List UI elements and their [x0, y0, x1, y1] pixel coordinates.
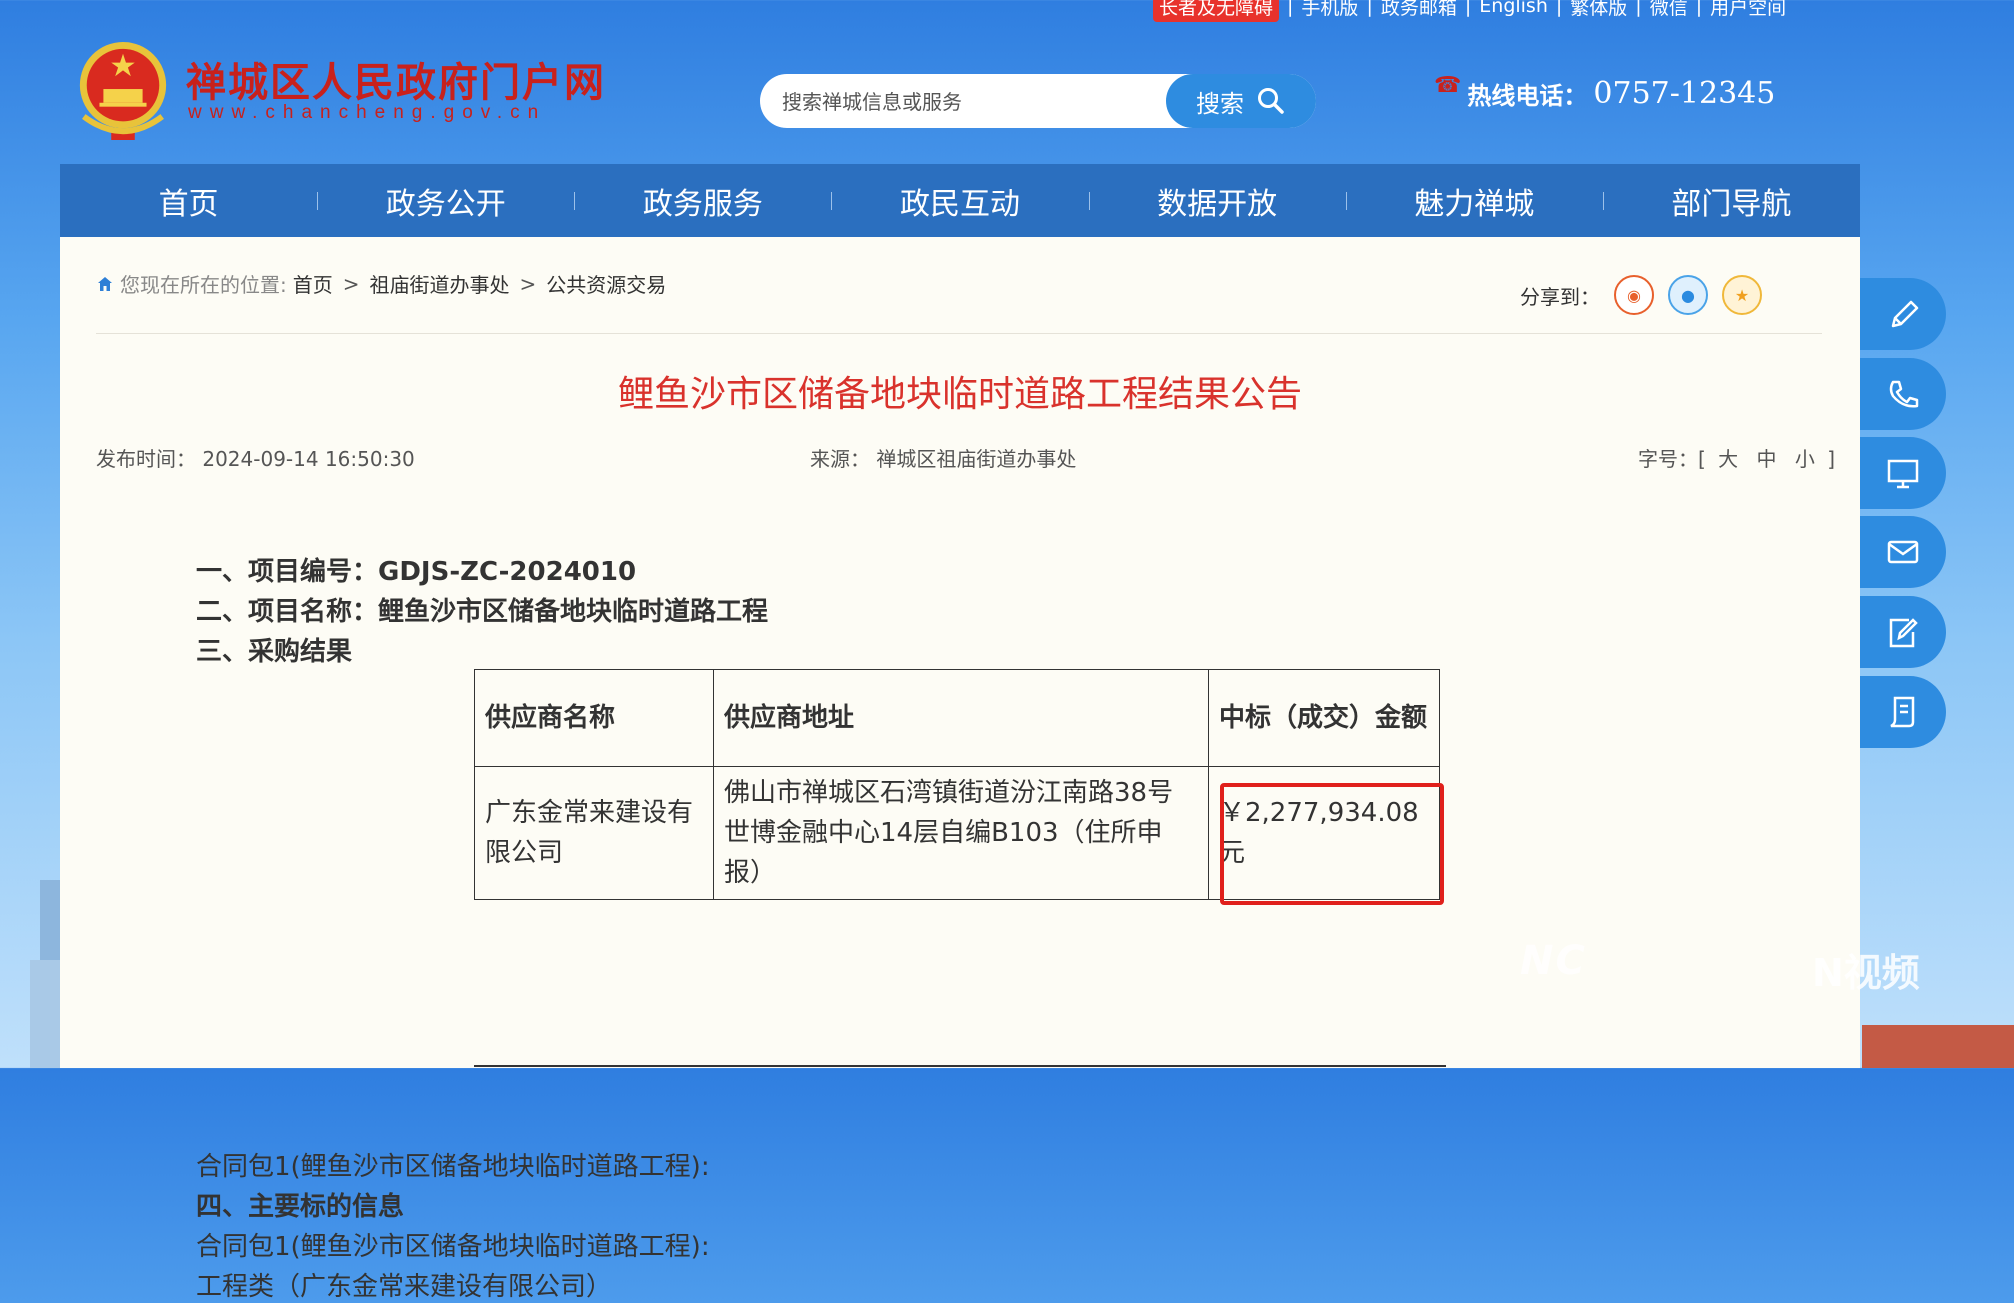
- nav-home[interactable]: 首页: [60, 164, 317, 237]
- header-award-amount: 中标（成交）金额: [1208, 669, 1440, 767]
- publish-label: 发布时间：: [96, 447, 196, 471]
- edit-icon: [1889, 618, 1918, 648]
- header-supplier-name: 供应商名称: [474, 669, 714, 767]
- mail-icon: [1887, 540, 1919, 564]
- side-button-document[interactable]: [1860, 676, 1946, 748]
- qq-icon[interactable]: ●: [1668, 275, 1708, 315]
- search-bar: 搜索: [760, 74, 1316, 130]
- header-supplier-address: 供应商地址: [713, 669, 1209, 767]
- mobile-version-link[interactable]: 手机版: [1301, 0, 1358, 20]
- font-size-selector: 字号：[ 大 中 小 ]: [1638, 443, 1835, 472]
- share-label: 分享到：: [1520, 284, 1600, 309]
- side-button-monitor[interactable]: [1860, 437, 1946, 509]
- telephone-icon: ☎: [1434, 73, 1462, 98]
- publish-value: 2024-09-14 16:50:30: [202, 447, 415, 471]
- separator: |: [1464, 0, 1472, 17]
- procurement-result-heading: 三、采购结果: [196, 637, 353, 667]
- traditional-chinese-link[interactable]: 繁体版: [1570, 0, 1627, 20]
- side-button-mail[interactable]: [1860, 516, 1946, 588]
- font-size-large[interactable]: 大: [1718, 447, 1738, 471]
- site-url: www.chancheng.gov.cn: [188, 102, 547, 123]
- main-nav: 首页 政务公开 政务服务 政民互动 数据开放 魅力禅城 部门导航: [60, 164, 1860, 237]
- hotline: ☎ 热线电话： 0757-12345: [1434, 73, 1776, 111]
- gov-mail-link[interactable]: 政务邮箱: [1381, 0, 1457, 20]
- share-bar: 分享到： ◉ ● ★: [1520, 275, 1762, 315]
- font-size-small[interactable]: 小: [1795, 447, 1815, 471]
- divider: [96, 333, 1822, 334]
- watermark-logo-n-video: N视频: [1812, 951, 1920, 995]
- nav-gov-affairs[interactable]: 政务公开: [317, 164, 574, 237]
- home-icon: [98, 276, 112, 291]
- nav-departments[interactable]: 部门导航: [1602, 164, 1860, 237]
- document-icon: [1890, 696, 1915, 728]
- top-utility-links: 长者及无障碍 | 手机版 | 政务邮箱 | English | 繁体版 | 微信…: [1153, 0, 1786, 22]
- national-emblem-icon[interactable]: [74, 38, 172, 144]
- accessibility-link[interactable]: 长者及无障碍: [1153, 0, 1280, 22]
- breadcrumb-public-resource[interactable]: 公共资源交易: [546, 269, 666, 298]
- highlight-annotation-box: [1220, 783, 1444, 905]
- side-button-pencil[interactable]: [1860, 278, 1946, 350]
- breadcrumb-home[interactable]: 首页: [293, 269, 333, 298]
- user-space-link[interactable]: 用户空间: [1710, 0, 1786, 20]
- nav-charm-chancheng[interactable]: 魅力禅城: [1345, 164, 1603, 237]
- font-size-medium[interactable]: 中: [1757, 447, 1777, 471]
- phone-icon: [1889, 380, 1919, 408]
- contract-package-1-subject: 合同包1(鲤鱼沙市区储备地块临时道路工程):: [196, 1232, 710, 1262]
- font-size-label: 字号：[: [1638, 447, 1706, 471]
- breadcrumb-zumiao[interactable]: 祖庙街道办事处: [370, 269, 510, 298]
- breadcrumb-label: 您现在所在的位置:: [120, 273, 287, 297]
- nav-open-data[interactable]: 数据开放: [1088, 164, 1346, 237]
- qzone-star-icon[interactable]: ★: [1722, 275, 1762, 315]
- watermark-logo: NC: [1520, 938, 1587, 984]
- pencil-icon: [1891, 300, 1919, 328]
- hotline-number: 0757-12345: [1593, 76, 1776, 111]
- hotline-label: 热线电话：: [1467, 82, 1588, 110]
- cell-supplier-address: 佛山市禅城区石湾镇街道汾江南路38号世博金融中心14层自编B103（住所申报）: [713, 766, 1209, 900]
- font-size-close: ]: [1827, 447, 1836, 471]
- search-button-label: 搜索: [1196, 89, 1244, 118]
- search-input[interactable]: [780, 74, 1124, 130]
- article-title: 鲤鱼沙市区储备地块临时道路工程结果公告: [617, 374, 1302, 415]
- site-title[interactable]: 禅城区人民政府门户网: [186, 50, 606, 108]
- monitor-icon: [1887, 459, 1919, 489]
- breadcrumb: 您现在所在的位置: 首页 > 祖庙街道办事处 > 公共资源交易: [96, 269, 666, 298]
- weibo-icon[interactable]: ◉: [1614, 275, 1654, 315]
- contract-package-1: 合同包1(鲤鱼沙市区储备地块临时道路工程):: [196, 1152, 710, 1182]
- nav-interaction[interactable]: 政民互动: [831, 164, 1088, 237]
- separator: |: [1695, 0, 1703, 17]
- nav-gov-services[interactable]: 政务服务: [574, 164, 831, 237]
- side-button-phone[interactable]: [1860, 358, 1946, 430]
- content-panel: 您现在所在的位置: 首页 > 祖庙街道办事处 > 公共资源交易 分享到： ◉ ●…: [60, 237, 1860, 1302]
- side-button-edit[interactable]: [1860, 596, 1946, 668]
- breadcrumb-separator: >: [519, 271, 537, 296]
- separator: |: [1555, 0, 1563, 17]
- wechat-link[interactable]: 微信: [1650, 0, 1688, 20]
- building-decoration: [1862, 1025, 2014, 1068]
- separator: |: [1287, 0, 1294, 17]
- main-subject-heading: 四、主要标的信息: [196, 1192, 405, 1222]
- source-label: 来源：: [810, 447, 870, 471]
- separator: |: [1366, 0, 1373, 17]
- breadcrumb-separator: >: [342, 271, 360, 296]
- source-value: 禅城区祖庙街道办事处: [876, 447, 1077, 471]
- publish-time: 发布时间： 2024-09-14 16:50:30: [96, 443, 415, 472]
- english-link[interactable]: English: [1479, 0, 1548, 17]
- search-button[interactable]: 搜索: [1166, 74, 1316, 128]
- project-name: 二、项目名称：鲤鱼沙市区储备地块临时道路工程: [196, 597, 769, 627]
- article-source: 来源： 禅城区祖庙街道办事处: [810, 443, 1076, 472]
- engineering-type: 工程类（广东金常来建设有限公司）: [196, 1272, 613, 1302]
- separator: |: [1635, 0, 1642, 17]
- cell-supplier-name: 广东金常来建设有限公司: [474, 766, 714, 900]
- search-icon: [1258, 88, 1284, 114]
- table-header-row: 供应商名称 供应商地址 中标（成交）金额: [474, 669, 1440, 767]
- next-table-top-border: [474, 1065, 1446, 1067]
- project-number: 一、项目编号：GDJS-ZC-2024010: [196, 557, 637, 587]
